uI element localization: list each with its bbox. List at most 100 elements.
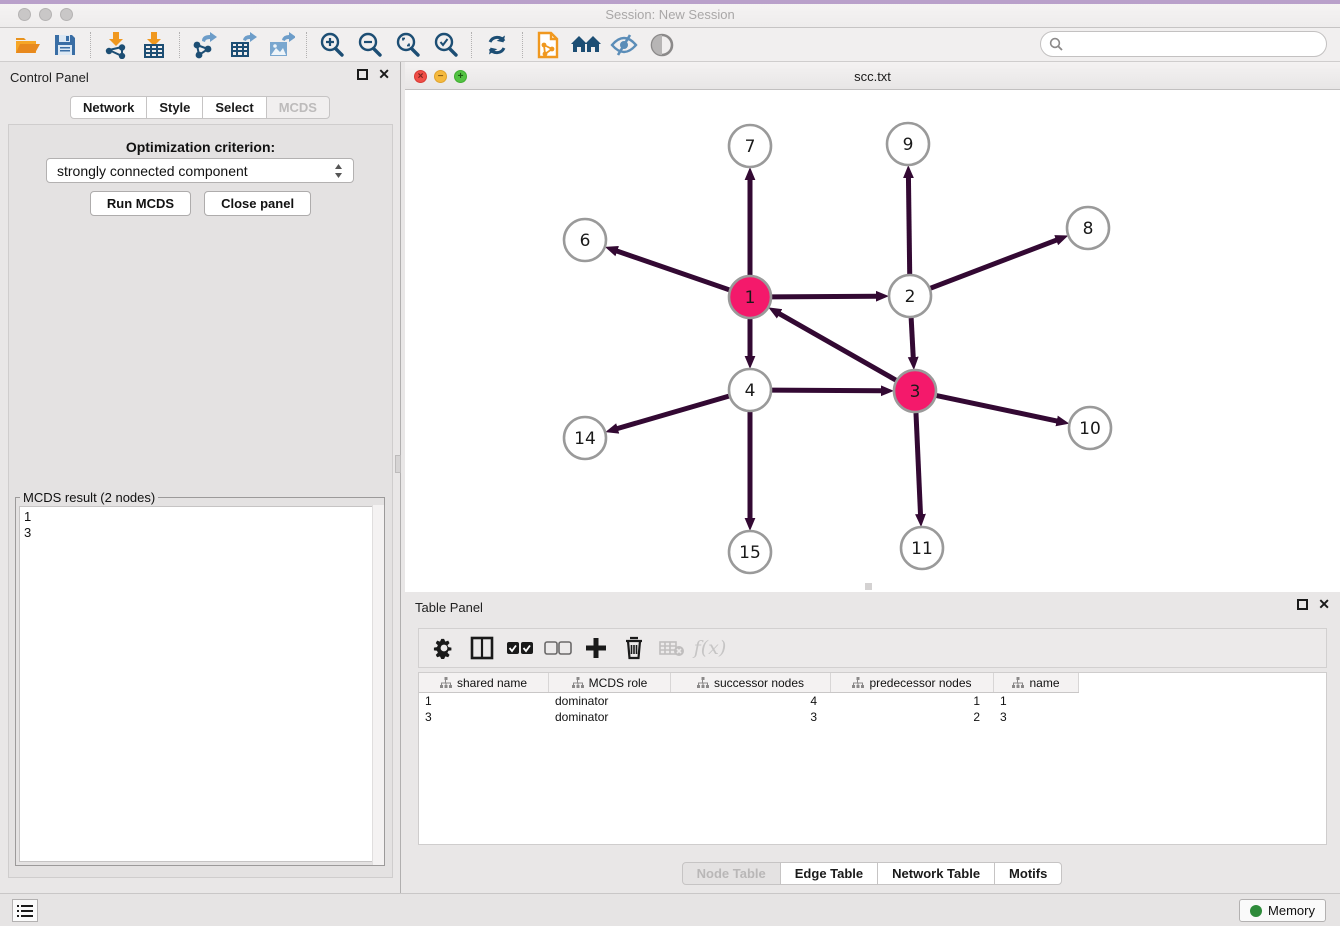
network-graph-canvas[interactable]: 1234678910111415 [405, 90, 1340, 592]
zoom-fit-icon[interactable] [389, 30, 427, 60]
tab-edge-table[interactable]: Edge Table [780, 862, 878, 885]
open-file-icon[interactable] [8, 30, 46, 60]
node-label-11: 11 [911, 539, 933, 559]
main-titlebar: Session: New Session [0, 0, 1340, 28]
settings-gear-icon[interactable] [427, 632, 461, 664]
houses-icon[interactable] [567, 30, 605, 60]
zoom-out-icon[interactable] [351, 30, 389, 60]
edge-4-14[interactable] [617, 396, 729, 429]
network-window-title: scc.txt [405, 69, 1340, 84]
column-header-label: shared name [457, 676, 527, 690]
task-history-button[interactable] [12, 899, 38, 922]
close-panel-button[interactable]: Close panel [204, 191, 311, 216]
column-header-predecessor-nodes[interactable]: predecessor nodes [831, 673, 994, 692]
node-label-7: 7 [745, 137, 756, 157]
cell-MCDS-role: dominator [549, 693, 671, 709]
close-panel-icon[interactable]: ✕ [378, 69, 390, 80]
edge-2-3[interactable] [911, 318, 913, 358]
divider-handle[interactable] [395, 455, 401, 473]
export-network-icon[interactable] [186, 30, 224, 60]
edge-1-2[interactable] [772, 296, 877, 297]
delete-column-icon[interactable] [617, 632, 651, 664]
tab-network-table[interactable]: Network Table [877, 862, 995, 885]
table-panel-header: Table Panel ✕ [405, 592, 1340, 618]
criterion-select[interactable]: strongly connected component [46, 158, 354, 183]
node-label-10: 10 [1079, 419, 1101, 439]
export-table-icon[interactable] [224, 30, 262, 60]
edge-3-11[interactable] [916, 413, 921, 515]
apply-layout-icon[interactable] [478, 30, 516, 60]
tab-network[interactable]: Network [70, 96, 147, 119]
application-window: Session: New Session [0, 0, 1340, 926]
column-header-shared-name[interactable]: shared name [419, 673, 549, 692]
edge-2-9[interactable] [908, 177, 909, 274]
tab-motifs[interactable]: Motifs [994, 862, 1062, 885]
network-file-icon[interactable] [529, 30, 567, 60]
import-network-icon[interactable] [97, 30, 135, 60]
function-builder-icon: f(x) [693, 632, 727, 664]
column-header-label: successor nodes [714, 676, 804, 690]
edge-3-1[interactable] [779, 313, 896, 380]
column-header-label: MCDS role [589, 676, 648, 690]
column-header-label: predecessor nodes [869, 676, 971, 690]
eye-slash-icon[interactable] [605, 30, 643, 60]
cell-successor-nodes: 3 [671, 709, 831, 725]
toolbar-separator [90, 32, 91, 58]
cell-shared-name: 1 [419, 693, 549, 709]
float-table-panel-icon[interactable] [1297, 599, 1308, 610]
status-bar: Memory [0, 893, 1340, 926]
node-label-8: 8 [1083, 219, 1094, 239]
select-stepper-icon [334, 163, 343, 179]
float-panel-icon[interactable] [357, 69, 368, 80]
column-attribute-icon [572, 677, 584, 689]
mcds-panel: Optimization criterion: strongly connect… [8, 124, 393, 878]
column-layout-icon[interactable] [465, 632, 499, 664]
column-header-successor-nodes[interactable]: successor nodes [671, 673, 831, 692]
node-label-1: 1 [745, 288, 756, 308]
run-mcds-button[interactable]: Run MCDS [90, 191, 191, 216]
list-icon [17, 904, 33, 918]
mcds-result-scrollbar[interactable] [372, 505, 384, 865]
toolbar-separator [522, 32, 523, 58]
edge-4-3[interactable] [772, 390, 882, 391]
control-panel-title: Control Panel [10, 70, 89, 85]
tab-mcds[interactable]: MCDS [266, 96, 330, 119]
export-image-icon[interactable] [262, 30, 300, 60]
cell-MCDS-role: dominator [549, 709, 671, 725]
zoom-in-icon[interactable] [313, 30, 351, 60]
memory-button[interactable]: Memory [1239, 899, 1326, 922]
column-header-name[interactable]: name [994, 673, 1079, 692]
window-resize-handle[interactable] [865, 583, 872, 590]
eye-icon[interactable] [643, 30, 681, 60]
table-row[interactable]: 1dominator411 [419, 693, 1326, 709]
tab-node-table[interactable]: Node Table [682, 862, 781, 885]
node-label-6: 6 [580, 231, 591, 251]
cell-name: 1 [994, 693, 1079, 709]
node-label-14: 14 [574, 429, 596, 449]
deselect-all-columns-icon[interactable] [541, 632, 575, 664]
save-session-icon[interactable] [46, 30, 84, 60]
edge-1-6[interactable] [616, 251, 729, 290]
column-header-MCDS-role[interactable]: MCDS role [549, 673, 671, 692]
add-column-icon[interactable] [579, 632, 613, 664]
toolbar-separator [306, 32, 307, 58]
cell-successor-nodes: 4 [671, 693, 831, 709]
node-table: shared name MCDS role successor nodes prede… [418, 672, 1327, 845]
cell-name: 3 [994, 709, 1079, 725]
tab-select[interactable]: Select [202, 96, 266, 119]
mcds-result-text[interactable]: 1 3 [19, 506, 381, 862]
network-window-titlebar: × − + scc.txt [405, 62, 1340, 90]
close-table-panel-icon[interactable]: ✕ [1318, 599, 1330, 610]
table-panel-tabs: Node TableEdge TableNetwork TableMotifs [405, 862, 1340, 885]
column-attribute-icon [852, 677, 864, 689]
tab-style[interactable]: Style [146, 96, 203, 119]
edge-2-8[interactable] [931, 240, 1058, 288]
table-row[interactable]: 3dominator323 [419, 709, 1326, 725]
search-input[interactable] [1069, 37, 1318, 51]
edge-3-10[interactable] [937, 396, 1058, 422]
import-table-icon[interactable] [135, 30, 173, 60]
column-attribute-icon [697, 677, 709, 689]
select-all-columns-icon[interactable] [503, 632, 537, 664]
toolbar-separator [471, 32, 472, 58]
zoom-selected-icon[interactable] [427, 30, 465, 60]
